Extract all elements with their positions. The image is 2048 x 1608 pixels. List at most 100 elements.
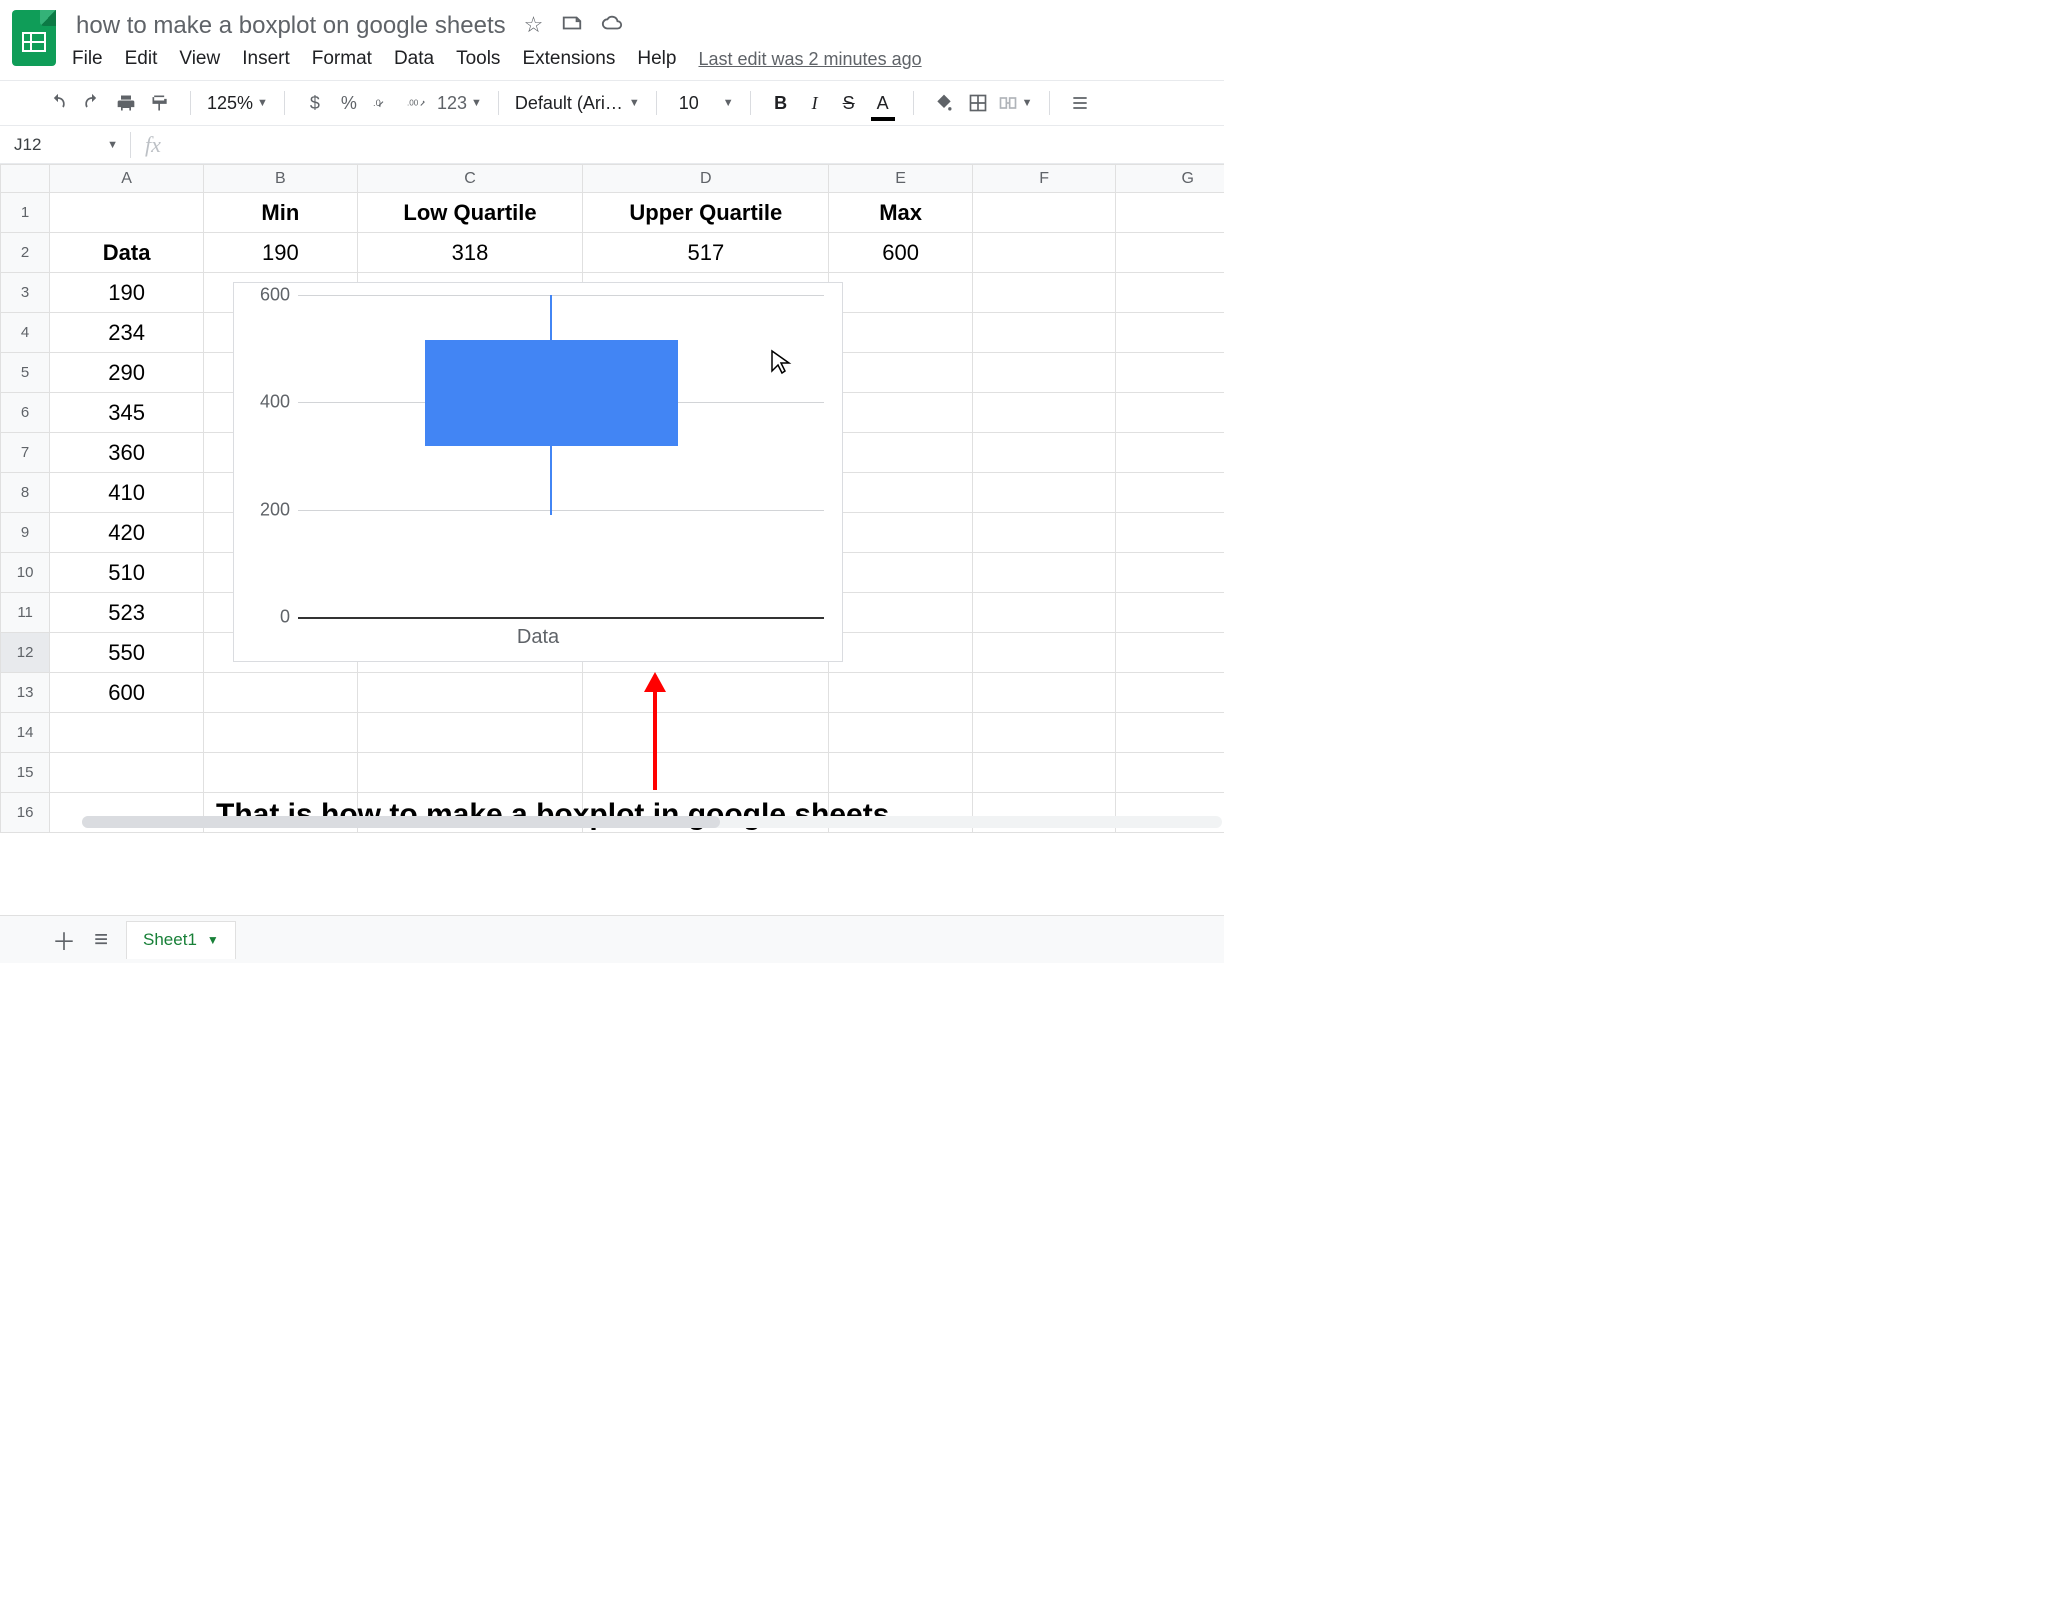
format-currency-button[interactable]: $ bbox=[301, 89, 329, 117]
cell[interactable]: 190 bbox=[203, 233, 357, 273]
spreadsheet-grid[interactable]: A B C D E F G 1 Min Low Quartile Upper Q… bbox=[0, 164, 1224, 884]
row-header[interactable]: 1 bbox=[1, 193, 50, 233]
star-icon[interactable]: ☆ bbox=[524, 12, 544, 40]
menu-file[interactable]: File bbox=[72, 48, 103, 70]
boxplot-chart[interactable]: 0200400600 Data bbox=[233, 282, 843, 662]
cell[interactable] bbox=[357, 673, 583, 713]
col-header-C[interactable]: C bbox=[357, 165, 583, 193]
formula-bar[interactable] bbox=[175, 126, 1224, 163]
cell[interactable]: 360 bbox=[50, 433, 204, 473]
cell[interactable]: 600 bbox=[829, 233, 973, 273]
row-header[interactable]: 7 bbox=[1, 433, 50, 473]
col-header-G[interactable]: G bbox=[1116, 165, 1224, 193]
cell[interactable] bbox=[1116, 473, 1224, 513]
cell[interactable] bbox=[972, 393, 1116, 433]
font-size-select[interactable]: 10▼ bbox=[673, 89, 734, 117]
cell[interactable] bbox=[972, 433, 1116, 473]
cell[interactable] bbox=[50, 753, 204, 793]
cloud-status-icon[interactable] bbox=[601, 12, 623, 40]
cell[interactable] bbox=[972, 753, 1116, 793]
row-header[interactable]: 15 bbox=[1, 753, 50, 793]
col-header-B[interactable]: B bbox=[203, 165, 357, 193]
menu-format[interactable]: Format bbox=[312, 48, 372, 70]
last-edit-link[interactable]: Last edit was 2 minutes ago bbox=[698, 49, 921, 70]
cell[interactable] bbox=[829, 513, 973, 553]
increase-decimal-button[interactable]: .00 bbox=[403, 89, 431, 117]
col-header-F[interactable]: F bbox=[972, 165, 1116, 193]
cell[interactable]: Upper Quartile bbox=[583, 193, 829, 233]
cell[interactable]: 600 bbox=[50, 673, 204, 713]
horizontal-scrollbar[interactable] bbox=[82, 816, 1222, 828]
cell[interactable]: 318 bbox=[357, 233, 583, 273]
menu-help[interactable]: Help bbox=[637, 48, 676, 70]
more-formats-button[interactable]: 123▼ bbox=[437, 89, 482, 117]
cell[interactable] bbox=[1116, 673, 1224, 713]
row-header[interactable]: 2 bbox=[1, 233, 50, 273]
add-sheet-button[interactable]: ＋ bbox=[52, 922, 76, 957]
row-header[interactable]: 6 bbox=[1, 393, 50, 433]
cell[interactable] bbox=[829, 433, 973, 473]
cell[interactable] bbox=[829, 673, 973, 713]
cell[interactable] bbox=[972, 553, 1116, 593]
cell[interactable] bbox=[972, 233, 1116, 273]
cell[interactable] bbox=[357, 753, 583, 793]
menu-extensions[interactable]: Extensions bbox=[522, 48, 615, 70]
cell[interactable] bbox=[1116, 353, 1224, 393]
fill-color-button[interactable] bbox=[930, 89, 958, 117]
print-button[interactable] bbox=[112, 89, 140, 117]
all-sheets-button[interactable]: ≡ bbox=[94, 926, 108, 954]
merge-cells-button[interactable]: ▼ bbox=[998, 89, 1033, 117]
cell[interactable] bbox=[829, 473, 973, 513]
undo-button[interactable] bbox=[44, 89, 72, 117]
cell[interactable] bbox=[1116, 553, 1224, 593]
horizontal-align-button[interactable] bbox=[1066, 89, 1094, 117]
cell[interactable]: Data bbox=[50, 233, 204, 273]
cell[interactable] bbox=[1116, 713, 1224, 753]
sheet-tab[interactable]: Sheet1 ▼ bbox=[126, 921, 236, 959]
cell[interactable] bbox=[1116, 193, 1224, 233]
cell[interactable] bbox=[50, 193, 204, 233]
row-header[interactable]: 16 bbox=[1, 793, 50, 833]
bold-button[interactable]: B bbox=[767, 89, 795, 117]
cell[interactable] bbox=[972, 673, 1116, 713]
cell[interactable]: 234 bbox=[50, 313, 204, 353]
row-header[interactable]: 13 bbox=[1, 673, 50, 713]
cell[interactable] bbox=[972, 353, 1116, 393]
cell[interactable] bbox=[972, 273, 1116, 313]
cell[interactable] bbox=[203, 753, 357, 793]
cell[interactable] bbox=[972, 513, 1116, 553]
cell[interactable] bbox=[829, 633, 973, 673]
row-header[interactable]: 4 bbox=[1, 313, 50, 353]
cell[interactable] bbox=[1116, 273, 1224, 313]
cell[interactable] bbox=[972, 593, 1116, 633]
row-header[interactable]: 11 bbox=[1, 593, 50, 633]
cell[interactable]: Low Quartile bbox=[357, 193, 583, 233]
cell[interactable]: 420 bbox=[50, 513, 204, 553]
menu-data[interactable]: Data bbox=[394, 48, 434, 70]
row-header[interactable]: 9 bbox=[1, 513, 50, 553]
format-percent-button[interactable]: % bbox=[335, 89, 363, 117]
cell[interactable] bbox=[583, 753, 829, 793]
col-header-D[interactable]: D bbox=[583, 165, 829, 193]
italic-button[interactable]: I bbox=[801, 89, 829, 117]
strikethrough-button[interactable]: S bbox=[835, 89, 863, 117]
sheets-logo[interactable] bbox=[12, 10, 56, 66]
cell[interactable] bbox=[829, 273, 973, 313]
menu-view[interactable]: View bbox=[179, 48, 220, 70]
cell[interactable]: Max bbox=[829, 193, 973, 233]
cell[interactable] bbox=[1116, 313, 1224, 353]
cell[interactable] bbox=[829, 713, 973, 753]
move-icon[interactable] bbox=[561, 12, 583, 40]
cell[interactable]: 290 bbox=[50, 353, 204, 393]
text-color-button[interactable]: A bbox=[869, 89, 897, 117]
cell[interactable] bbox=[357, 713, 583, 753]
row-header[interactable]: 8 bbox=[1, 473, 50, 513]
cell[interactable] bbox=[1116, 593, 1224, 633]
paint-format-button[interactable] bbox=[146, 89, 174, 117]
menu-insert[interactable]: Insert bbox=[242, 48, 290, 70]
cell[interactable] bbox=[1116, 753, 1224, 793]
cell[interactable] bbox=[972, 633, 1116, 673]
select-all-corner[interactable] bbox=[1, 165, 50, 193]
row-header[interactable]: 10 bbox=[1, 553, 50, 593]
cell[interactable] bbox=[583, 713, 829, 753]
